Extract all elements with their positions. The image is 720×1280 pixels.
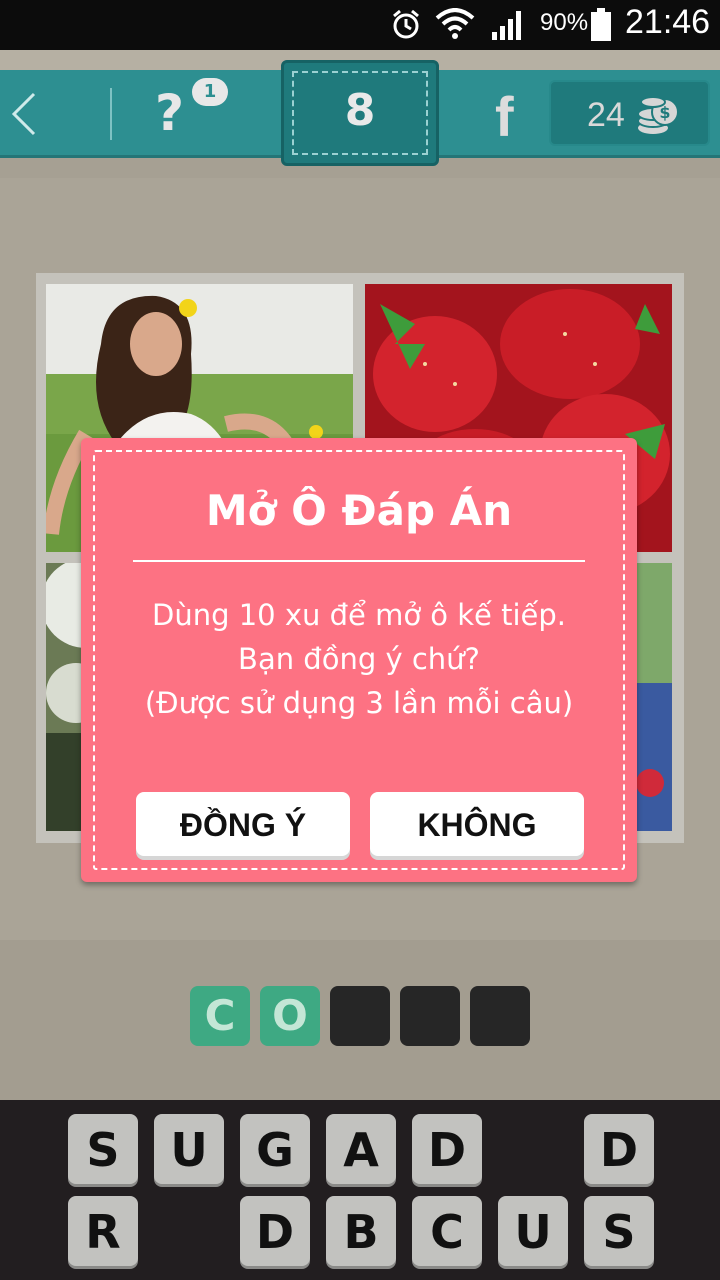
level-number: 8 [344, 85, 376, 136]
wifi-icon [435, 8, 475, 46]
open-cell-dialog: Mở Ô Đáp Án Dùng 10 xu để mở ô kế tiếp. … [81, 438, 637, 882]
signal-icon [490, 8, 526, 46]
clock: 21:46 [625, 3, 711, 41]
letter-key[interactable]: D [584, 1114, 654, 1184]
letter-key[interactable]: G [240, 1114, 310, 1184]
coin-counter[interactable]: 24 $ [549, 80, 710, 146]
chevron-left-icon [11, 92, 36, 136]
alarm-icon [390, 8, 422, 44]
status-bar: 90% 21:46 [0, 0, 720, 50]
answer-slot[interactable] [330, 986, 390, 1046]
answer-slot[interactable]: O [260, 986, 320, 1046]
dialog-message-line3: (Được sử dụng 3 lần mỗi câu) [144, 686, 574, 720]
dialog-title: Mở Ô Đáp Án [205, 486, 513, 535]
letter-key[interactable]: C [412, 1196, 482, 1266]
dialog-message-line2: Bạn đồng ý chứ? [238, 642, 480, 676]
letter-key[interactable]: U [498, 1196, 568, 1266]
facebook-button[interactable]: f [495, 84, 514, 149]
confirm-button[interactable]: ĐỒNG Ý [136, 792, 350, 856]
question-icon: ? [155, 84, 185, 142]
coin-count: 24 [587, 96, 625, 134]
hint-button[interactable]: ? 1 [155, 78, 235, 144]
answer-slot[interactable] [470, 986, 530, 1046]
letter-keyboard: S U G A D D R D B C U S [0, 1100, 720, 1280]
letter-key[interactable]: D [240, 1196, 310, 1266]
battery-percent: 90% [540, 9, 589, 36]
battery-icon [590, 8, 612, 46]
level-indicator: 8 [281, 60, 439, 166]
answer-slot[interactable]: C [190, 986, 250, 1046]
letter-key[interactable]: B [326, 1196, 396, 1266]
dialog-divider [133, 560, 585, 562]
letter-key[interactable]: S [584, 1196, 654, 1266]
back-button[interactable] [6, 86, 46, 142]
letter-key[interactable]: D [412, 1114, 482, 1184]
letter-key[interactable]: S [68, 1114, 138, 1184]
letter-key[interactable]: U [154, 1114, 224, 1184]
letter-key[interactable]: A [326, 1114, 396, 1184]
divider [110, 88, 112, 140]
hint-count-badge: 1 [192, 78, 228, 106]
letter-key[interactable]: R [68, 1196, 138, 1266]
answer-slot[interactable] [400, 986, 460, 1046]
cancel-button[interactable]: KHÔNG [370, 792, 584, 856]
dialog-message-line1: Dùng 10 xu để mở ô kế tiếp. [152, 598, 566, 632]
coins-icon: $ [635, 90, 681, 142]
